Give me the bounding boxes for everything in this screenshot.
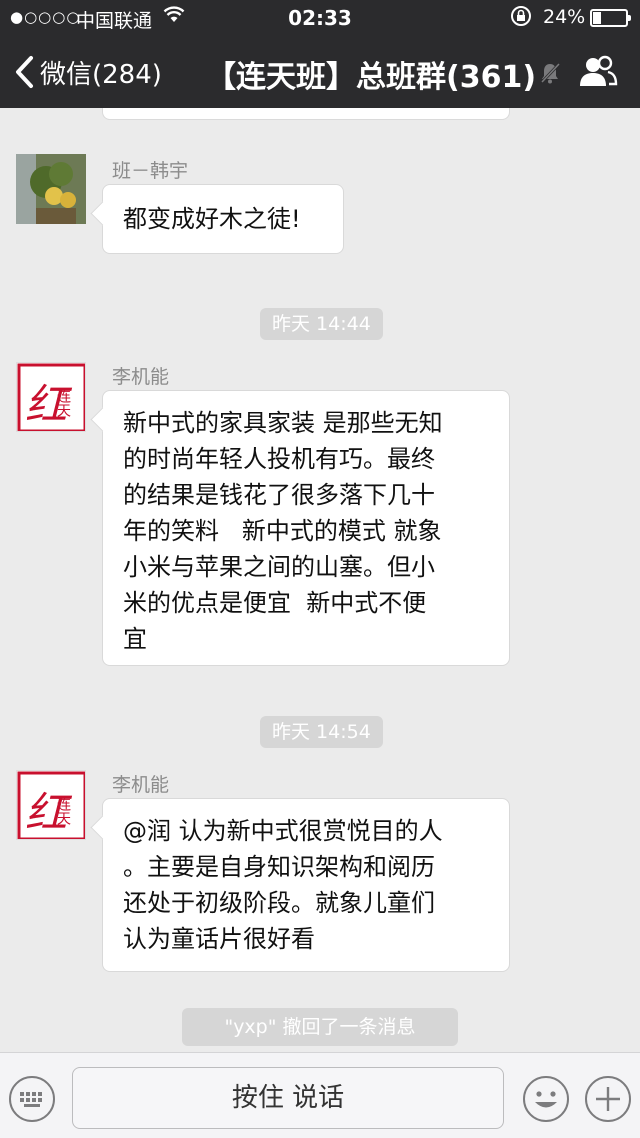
battery-percent: 24% [543,6,586,28]
avatar[interactable] [16,154,86,224]
nav-bar: 微信(284) 【连天班】总班群(361) [0,36,640,108]
message-bubble[interactable]: 都变成好木之徒! [102,184,344,254]
message-bubble[interactable]: @润 认为新中式很赏悦目的人 。主要是自身知识架构和阅历 还处于初级阶段。就象儿… [102,798,510,972]
chat-header: ●○○○○ 中国联通 02:33 24% 微信(284) 【连天班】总班群(36… [0,0,640,108]
group-info-icon[interactable] [578,54,618,88]
avatar[interactable]: 红 连天 [16,362,86,432]
timestamp: 昨天 14:54 [260,716,383,748]
message-bubble[interactable]: 新中式的家具家装 是那些无知 的时尚年轻人投机有巧。最终 的结果是钱花了很多落下… [102,390,510,666]
back-label: 微信(284) [40,59,162,90]
message-line: @润 认为新中式很赏悦目的人 [123,817,443,845]
avatar-side-chars: 连天 [55,389,71,417]
avatar-image [16,154,86,224]
timestamp: 昨天 14:44 [260,308,383,340]
plus-icon[interactable] [584,1075,632,1123]
chat-message-list[interactable]: 班－韩宇 都变成好木之徒! 昨天 14:44 红 连天 李机能 新中式的家具家装… [0,108,640,1052]
hold-to-talk-button[interactable]: 按住 说话 [72,1067,504,1129]
mute-bell-icon [540,62,560,84]
chevron-left-icon [16,56,33,88]
battery-icon [590,9,631,27]
avatar-image: 红 连天 [17,363,85,431]
message-text: 都变成好木之徒! [123,205,301,233]
status-bar: ●○○○○ 中国联通 02:33 24% [0,0,640,36]
message-line: 的结果是钱花了很多落下几十 [123,481,435,509]
message-line: 新中式的家具家装 是那些无知 [123,409,443,437]
avatar-image: 红 连天 [17,771,85,839]
previous-message-bubble [102,108,510,120]
message-line: 认为童话片很好看 [123,925,315,953]
rotation-lock-icon [510,5,532,32]
message-line: 。主要是自身知识架构和阅历 [123,853,435,881]
message-line: 年的笑料 新中式的模式 就象 [123,517,442,545]
back-button[interactable]: 微信(284) [14,52,162,92]
sender-name: 李机能 [112,774,170,796]
message-line: 的时尚年轻人投机有巧。最终 [123,445,435,473]
keyboard-icon[interactable] [8,1075,56,1123]
input-bar: 按住 说话 [0,1052,640,1138]
message-line: 米的优点是便宜 新中式不便 [123,589,427,617]
emoji-icon[interactable] [522,1075,570,1123]
message-line: 还处于初级阶段。就象儿童们 [123,889,435,917]
message-line: 小米与苹果之间的山塞。但小 [123,553,435,581]
avatar[interactable]: 红 连天 [16,770,86,840]
avatar-side-chars: 连天 [55,797,71,825]
sender-name: 班－韩宇 [112,160,189,182]
sender-name: 李机能 [112,366,170,388]
page-title: 【连天班】总班群(361) [206,60,537,95]
recalled-message-notice: "yxp" 撤回了一条消息 [182,1008,458,1046]
message-line: 宜 [123,625,147,653]
